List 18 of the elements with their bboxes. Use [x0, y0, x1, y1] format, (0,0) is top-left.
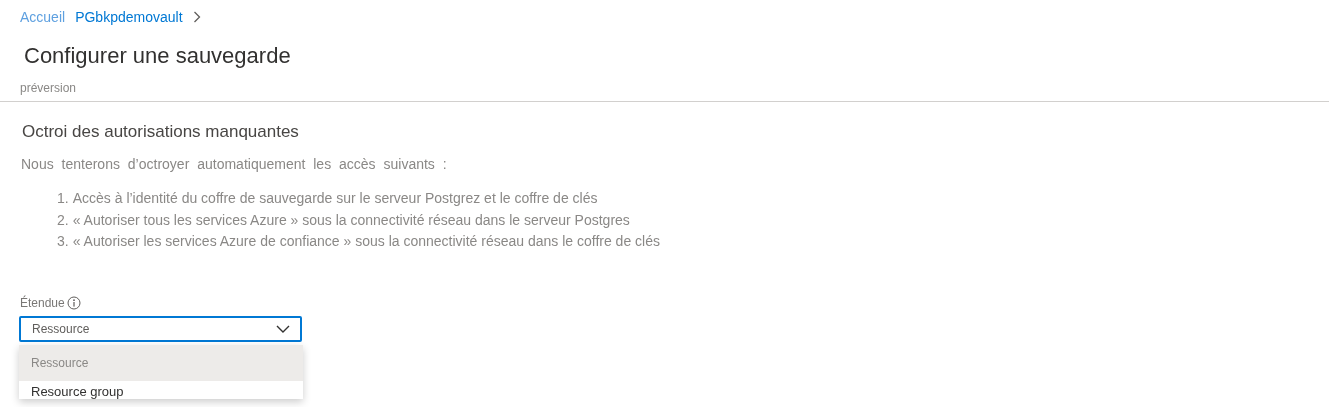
list-number: 1. [57, 190, 69, 208]
list-item-text: « Autoriser les services Azure de confiance » sous la connectivité réseau dans le coffre de clés [72, 233, 660, 251]
list-number: 3. [57, 233, 69, 251]
breadcrumb-link[interactable]: PGbkpdemovault [75, 9, 183, 25]
list-number: 2. [57, 211, 69, 230]
breadcrumb-link[interactable]: Accueil [20, 9, 66, 25]
list-item-text: « Autoriser tous les services Azure » sous la connectivité réseau dans le serveur Postgres [72, 211, 630, 230]
page-title: Configurer une sauvegarde [23, 42, 292, 70]
preview-label: préversion [19, 80, 78, 97]
chevron-right-icon [192, 11, 201, 23]
info-icon[interactable] [66, 295, 81, 310]
dropdown-option[interactable]: Ressource [19, 344, 303, 381]
scope-dropdown[interactable]: Ressource [19, 315, 302, 342]
field-label: Étendue [20, 295, 65, 310]
section-heading: Octroi des autorisations manquantes [22, 122, 300, 142]
chevron-down-icon [276, 324, 290, 333]
intro-text: Nous tenterons d’octroyer automatiquement les accès suivants : [21, 156, 448, 172]
list-item-text: Accès à l’identité du coffre de sauvegarde sur le serveur Postgrez et le coffre de clés [72, 190, 598, 208]
